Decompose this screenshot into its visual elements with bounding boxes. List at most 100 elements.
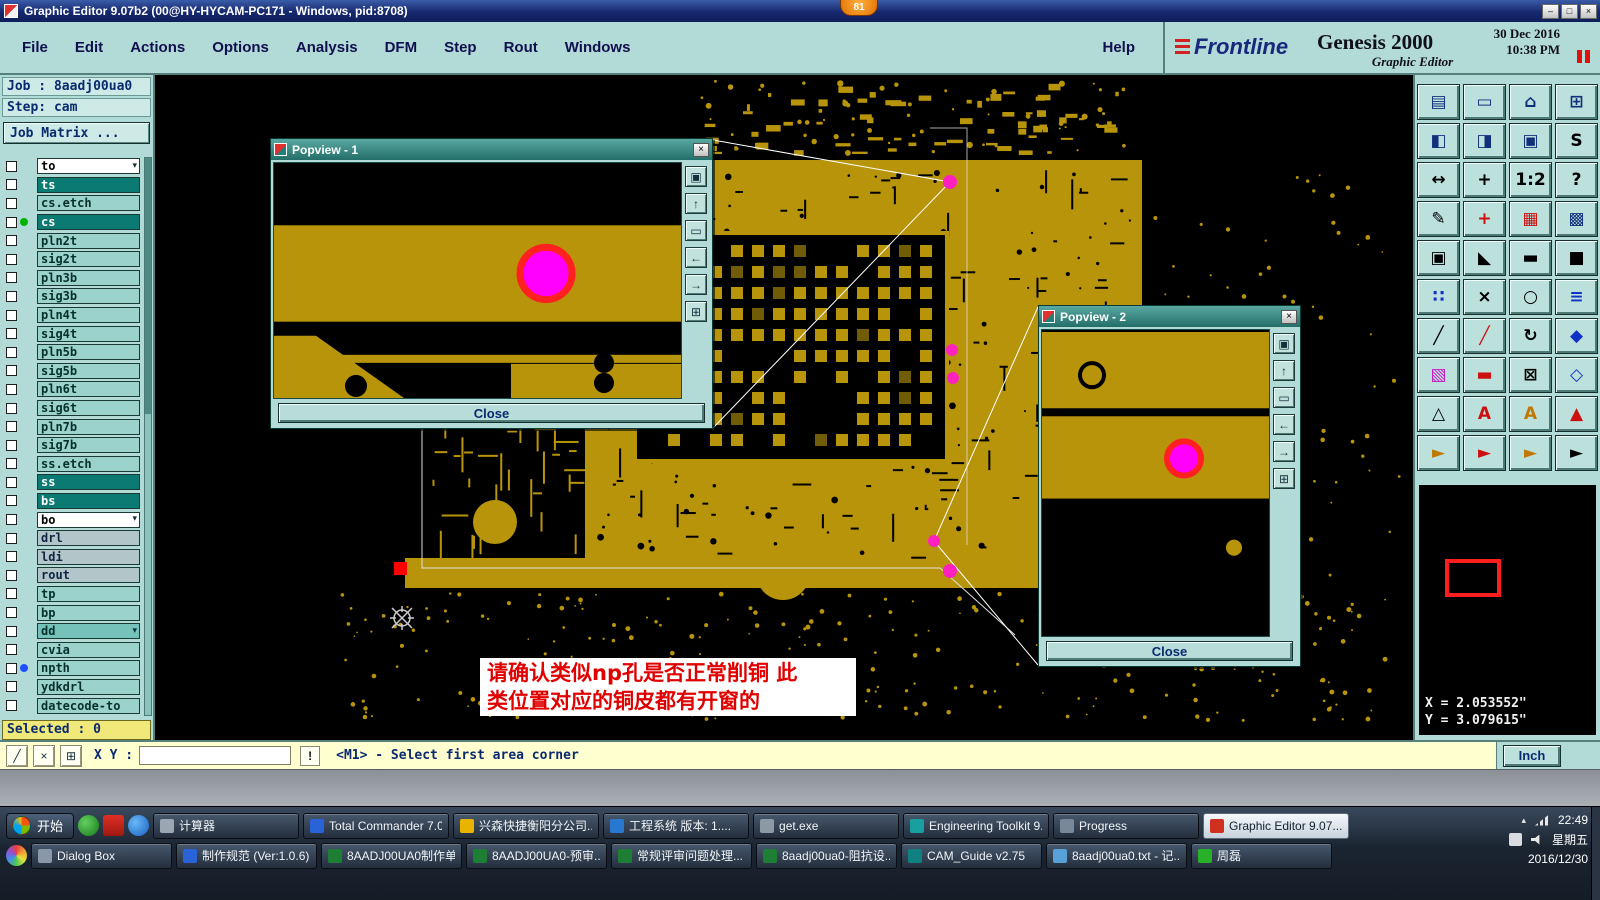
menu-item-windows[interactable]: Windows	[565, 39, 631, 56]
layer-name-field[interactable]: to	[37, 158, 140, 175]
layer-checkbox[interactable]	[6, 346, 17, 358]
tool-button-center[interactable]: +	[1463, 162, 1506, 198]
tool-button-select-red[interactable]: ►	[1463, 435, 1506, 471]
popview-close-icon[interactable]: ×	[1281, 309, 1297, 324]
pv-button-fit[interactable]: ⊞	[1273, 468, 1295, 489]
layer-name-field[interactable]: dd	[37, 623, 140, 640]
layer-checkbox[interactable]	[6, 532, 17, 544]
layer-name-field[interactable]: ss.etch	[37, 455, 140, 472]
layer-checkbox[interactable]	[6, 439, 17, 451]
tool-button-ruler[interactable]: ▬	[1509, 240, 1552, 276]
task-button[interactable]: 常规评审问题处理...	[611, 842, 752, 869]
task-button[interactable]: 计算器	[153, 812, 300, 839]
tray-clock[interactable]: 22:49	[1558, 813, 1588, 827]
xy-input[interactable]	[139, 746, 292, 765]
menu-item-step[interactable]: Step	[444, 39, 477, 56]
tool-button-pin[interactable]: +	[1463, 201, 1506, 237]
show-desktop-button[interactable]	[1591, 807, 1600, 900]
layer-checkbox[interactable]	[6, 328, 17, 340]
task-button[interactable]: CAM_Guide v2.75	[901, 842, 1042, 869]
tool-button-clipboard[interactable]: ▤	[1417, 84, 1460, 120]
popview-2-window[interactable]: Popview - 2 × ▣ ↑ ▭ ← → ⊞ Close	[1038, 305, 1301, 667]
tool-button-select-crosshair[interactable]: ►	[1509, 435, 1552, 471]
tray-expand-icon[interactable]: ▴	[1521, 815, 1526, 826]
tool-button-select-yellow[interactable]: ►	[1417, 435, 1460, 471]
layer-checkbox[interactable]	[6, 625, 17, 637]
unit-toggle-button[interactable]: Inch	[1503, 744, 1561, 767]
menu-item-file[interactable]: File	[22, 39, 48, 56]
tool-button-fit-width[interactable]: ↔	[1417, 162, 1460, 198]
layer-checkbox[interactable]	[6, 514, 17, 526]
popview-close-icon[interactable]: ×	[693, 142, 709, 157]
internet-explorer-icon[interactable]	[128, 815, 150, 836]
layer-checkbox[interactable]	[6, 160, 17, 172]
pv-button-screen[interactable]: ▭	[1273, 387, 1295, 408]
tool-button-line[interactable]: ╱	[1417, 318, 1460, 354]
layer-scrollbar[interactable]	[144, 157, 152, 716]
menu-item-dfm[interactable]: DFM	[385, 39, 418, 56]
pv-button-raise[interactable]: ↑	[685, 193, 707, 214]
layer-checkbox[interactable]	[6, 644, 17, 656]
layer-name-field[interactable]: rout	[37, 567, 140, 584]
window-titlebar[interactable]: Graphic Editor 9.07b2 (00@HY-HYCAM-PC171…	[0, 0, 1600, 22]
task-button[interactable]: Dialog Box	[31, 842, 172, 869]
task-button[interactable]: Graphic Editor 9.07...	[1203, 812, 1350, 839]
layer-name-field[interactable]: pln7b	[37, 418, 140, 435]
layer-name-field[interactable]: sig6t	[37, 400, 140, 417]
layer-checkbox[interactable]	[6, 309, 17, 321]
tool-button-screen[interactable]: ▭	[1463, 84, 1506, 120]
layer-checkbox[interactable]	[6, 235, 17, 247]
task-button[interactable]: 8aadj00ua0.txt - 记...	[1046, 842, 1187, 869]
menu-item-options[interactable]: Options	[212, 39, 269, 56]
tool-button-zoom-prev[interactable]: ◧	[1417, 123, 1460, 159]
pv-button-pan-right[interactable]: →	[685, 274, 707, 295]
layer-checkbox[interactable]	[6, 588, 17, 600]
tool-button-surface[interactable]: ◆	[1555, 318, 1598, 354]
tool-button-zoom-1-2[interactable]: 1:2	[1509, 162, 1552, 198]
tool-button-measure[interactable]: ✎	[1417, 201, 1460, 237]
layer-checkbox[interactable]	[6, 421, 17, 433]
layer-checkbox[interactable]	[6, 569, 17, 581]
layer-name-field[interactable]: bo	[37, 511, 140, 528]
tool-button-nets[interactable]: ∷	[1417, 279, 1460, 315]
layer-name-field[interactable]: cs	[37, 214, 140, 231]
task-button[interactable]: 制作规范 (Ver:1.0.6)	[176, 842, 317, 869]
scrollbar-thumb[interactable]	[145, 158, 151, 415]
job-matrix-button[interactable]: Job Matrix ...	[3, 122, 150, 144]
popview-1-titlebar[interactable]: Popview - 1 ×	[271, 139, 712, 160]
layer-name-field[interactable]: cs.etch	[37, 195, 140, 212]
tool-button-select-black[interactable]: ►	[1555, 435, 1598, 471]
layer-checkbox[interactable]	[6, 253, 17, 265]
tool-button-pads[interactable]: ○	[1509, 279, 1552, 315]
layer-checkbox[interactable]	[6, 383, 17, 395]
pv-button-pan-left[interactable]: ←	[1273, 414, 1295, 435]
layer-name-field[interactable]: pln5b	[37, 344, 140, 361]
input-method-flower-icon[interactable]	[6, 845, 27, 866]
layer-checkbox[interactable]	[6, 402, 17, 414]
pv-button-window[interactable]: ▣	[685, 166, 707, 187]
layer-name-field[interactable]: tp	[37, 585, 140, 602]
layer-name-field[interactable]: drl	[37, 530, 140, 547]
task-button[interactable]: 8AADJ00UA0制作单...	[321, 842, 462, 869]
maximize-button[interactable]: □	[1561, 3, 1578, 19]
layer-name-field[interactable]: ss	[37, 474, 140, 491]
status-tool-button-clear[interactable]: ×	[33, 744, 55, 767]
tool-button-cascade[interactable]: ▣	[1509, 123, 1552, 159]
tool-button-text-red[interactable]: A	[1463, 396, 1506, 432]
layer-name-field[interactable]: sig5b	[37, 362, 140, 379]
tool-button-tile[interactable]: ⊞	[1555, 84, 1598, 120]
layer-checkbox[interactable]	[6, 290, 17, 302]
pdf-reader-icon[interactable]	[103, 815, 125, 836]
tool-button-triangle-outline[interactable]: △	[1417, 396, 1460, 432]
quicklaunch-green-icon[interactable]	[78, 815, 100, 836]
tool-button-flag[interactable]: ◣	[1463, 240, 1506, 276]
close-button[interactable]: ×	[1580, 3, 1597, 19]
tool-button-delete[interactable]: ×	[1463, 279, 1506, 315]
layer-checkbox[interactable]	[6, 681, 17, 693]
pv-button-pan-right[interactable]: →	[1273, 441, 1295, 462]
task-button[interactable]: Engineering Toolkit 9....	[903, 812, 1050, 839]
tool-button-zoom-next[interactable]: ◨	[1463, 123, 1506, 159]
popview-1-window[interactable]: Popview - 1 × ▣ ↑ ▭ ← → ⊞ Close	[270, 138, 713, 429]
tool-button-stack[interactable]: ≡	[1555, 279, 1598, 315]
layer-name-field[interactable]: bs	[37, 492, 140, 509]
